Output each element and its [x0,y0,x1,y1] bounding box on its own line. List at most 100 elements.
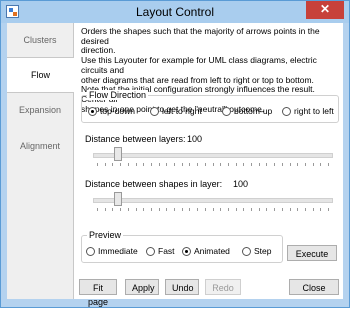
tab-expansion[interactable]: Expansion [7,93,73,127]
flow-direction-legend: Flow Direction [87,90,149,100]
layout-control-window: Layout Control ✕ Clusters Flow Expansion… [0,0,350,308]
tab-clusters[interactable]: Clusters [7,23,73,57]
slider-tick [243,163,244,166]
radio-right-to-left[interactable]: right to left [282,106,334,116]
slider-tick [220,208,221,211]
flow-tab-panel: Orders the shapes such that the majority… [77,23,343,299]
slider-tick [197,163,198,166]
radio-label: Fast [158,246,175,256]
slider-tick [251,163,252,166]
slider-tick [151,163,152,166]
slider-tick [320,163,321,166]
apply-button[interactable]: Apply [125,279,159,295]
slider-tick [236,163,237,166]
close-button[interactable]: Close [289,279,339,295]
slider-thumb[interactable] [114,147,122,161]
radio-indicator[interactable] [182,246,191,256]
radio-left-to-right[interactable]: left to right [150,106,202,116]
slider-track[interactable] [93,198,333,203]
undo-button[interactable]: Undo [165,279,199,295]
slider-tick [182,208,183,211]
shape-distance-value: 100 [233,179,249,189]
radio-label: left to right [162,106,202,116]
slider-tick [159,208,160,211]
window-title: Layout Control [135,5,215,19]
slider-tick [228,163,229,166]
slider-tick [105,208,106,211]
slider-tick [297,163,298,166]
preview-group: Preview Immediate Fast Animated Step [81,230,283,263]
slider-tick [143,163,144,166]
slider-tick [305,208,306,211]
title-bar[interactable]: Layout Control ✕ [1,1,349,23]
flow-direction-group: Flow Direction top-down left to right bo… [81,90,339,123]
radio-step[interactable]: Step [242,246,272,256]
slider-tick [328,163,329,166]
slider-tick [251,208,252,211]
slider-tick [151,208,152,211]
shape-distance-label: Distance between shapes in layer: [85,179,223,189]
layer-distance-value: 100 [187,134,203,144]
radio-label: Step [254,246,272,256]
radio-indicator[interactable] [222,106,231,116]
slider-tick [112,163,113,166]
radio-label: top-down [100,106,135,116]
radio-immediate[interactable]: Immediate [86,246,138,256]
slider-tick [174,208,175,211]
slider-tick [128,163,129,166]
radio-indicator[interactable] [282,106,291,116]
layer-distance-label: Distance between layers: [85,134,186,144]
slider-tick [143,208,144,211]
slider-tick [313,208,314,211]
close-window-icon[interactable]: ✕ [306,1,344,19]
slider-tick [120,208,121,211]
radio-label: Animated [194,246,230,256]
slider-ticks [93,163,333,166]
slider-tick [182,163,183,166]
radio-fast[interactable]: Fast [146,246,175,256]
slider-tick [290,163,291,166]
slider-tick [266,208,267,211]
tab-alignment[interactable]: Alignment [7,129,73,163]
slider-tick [166,208,167,211]
slider-tick [136,163,137,166]
preview-legend: Preview [87,230,124,240]
slider-tick [220,163,221,166]
slider-tick [174,163,175,166]
slider-thumb[interactable] [114,192,122,206]
slider-ticks [93,208,333,211]
slider-track[interactable] [93,153,333,158]
slider-tick [259,163,260,166]
slider-tick [159,163,160,166]
slider-tick [197,208,198,211]
fit-page-button[interactable]: Fit page [79,279,117,307]
radio-indicator[interactable] [86,246,95,256]
radio-indicator[interactable] [146,246,155,256]
dialog-body: Clusters Flow Expansion Alignment Orders… [7,23,343,307]
radio-indicator[interactable] [242,246,251,256]
radio-indicator[interactable] [150,106,159,116]
slider-tick [97,208,98,211]
slider-tick [120,163,121,166]
radio-top-down[interactable]: top-down [88,106,135,116]
shape-distance-slider[interactable] [93,192,333,212]
slider-tick [297,208,298,211]
description-line: Use this Layouter for example for UML cl… [81,55,317,75]
radio-indicator[interactable] [88,106,97,116]
slider-tick [320,208,321,211]
slider-tick [205,208,206,211]
tab-flow[interactable]: Flow [7,57,74,93]
slider-tick [305,163,306,166]
layer-distance-slider[interactable] [93,147,333,167]
execute-button[interactable]: Execute [287,245,337,261]
redo-button: Redo [205,279,241,295]
slider-tick [128,208,129,211]
slider-tick [136,208,137,211]
description-line: Orders the shapes such that the majority… [81,26,320,46]
slider-tick [243,208,244,211]
radio-animated[interactable]: Animated [182,246,230,256]
slider-tick [189,163,190,166]
slider-tick [259,208,260,211]
radio-bottom-up[interactable]: bottom-up [222,106,272,116]
slider-tick [97,163,98,166]
